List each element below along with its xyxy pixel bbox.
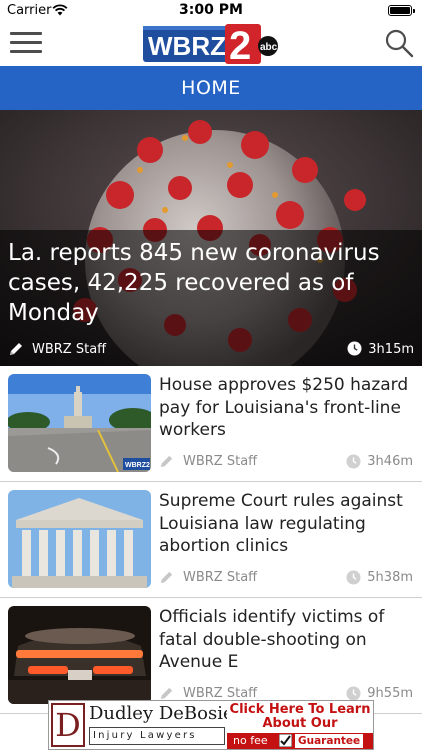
ad-cta-line2[interactable]: About Our: [227, 716, 373, 731]
article-thumbnail: [8, 606, 151, 704]
article-time: 9h55m: [367, 686, 413, 701]
checkmark-icon: [279, 734, 292, 747]
article-thumbnail: [8, 490, 151, 588]
pencil-icon: [160, 571, 173, 584]
pencil-icon: [10, 343, 22, 355]
ad-nofee-strip: no fee Guarantee: [227, 733, 373, 749]
hero-title[interactable]: La. reports 845 new coronavirus cases, 4…: [8, 238, 416, 328]
article-title[interactable]: Supreme Court rules against Louisiana la…: [159, 490, 414, 558]
clock-icon: [346, 454, 361, 469]
article-list-item[interactable]: Supreme Court rules against Louisiana la…: [0, 482, 422, 598]
ad-banner[interactable]: D Dudley DeBosier Injury Lawyers Click H…: [48, 700, 374, 750]
ad-firm-name: Dudley DeBosier: [89, 703, 243, 724]
logo-number: 2: [229, 24, 251, 64]
ad-firm-subtitle: Injury Lawyers: [89, 727, 225, 745]
ad-guarantee-text: Guarantee: [295, 734, 364, 748]
logo-text: WBRZ: [148, 31, 226, 61]
article-title[interactable]: House approves $250 hazard pay for Louis…: [159, 374, 414, 442]
battery-icon: [388, 5, 415, 16]
nav-bar: WBRZ 2 abc: [0, 22, 422, 66]
status-bar: Carrier 3:00 PM: [0, 0, 422, 22]
article-title[interactable]: Officials identify victims of fatal doub…: [159, 606, 414, 674]
article-time: 5h38m: [367, 570, 413, 585]
ad-nofee-text: no fee: [233, 734, 268, 747]
hero-time: 3h15m: [368, 342, 414, 357]
article-author: WBRZ Staff: [183, 686, 258, 701]
clock-icon: [346, 570, 361, 585]
pencil-icon: [160, 687, 173, 700]
article-list-item[interactable]: Officials identify victims of fatal doub…: [0, 598, 422, 714]
hero-author: WBRZ Staff: [32, 342, 107, 357]
article-time: 3h46m: [367, 454, 413, 469]
ad-logo-letter: D: [51, 703, 85, 747]
clock-icon: [346, 686, 361, 701]
article-author: WBRZ Staff: [183, 454, 258, 469]
search-icon[interactable]: [384, 28, 414, 58]
wbrz-logo[interactable]: WBRZ 2 abc: [143, 24, 279, 64]
article-list-item[interactable]: WBRZ2 House approves $250 hazard pay for…: [0, 366, 422, 482]
clock-time: 3:00 PM: [179, 2, 243, 18]
pencil-icon: [160, 455, 173, 468]
ad-cta-line1[interactable]: Click Here To Learn: [227, 702, 373, 717]
section-header-home: HOME: [0, 66, 422, 110]
article-thumbnail: WBRZ2: [8, 374, 151, 472]
clock-icon: [347, 341, 362, 356]
thumbnail-watermark: WBRZ2: [125, 462, 150, 469]
logo-network: abc: [260, 42, 278, 53]
hero-story[interactable]: La. reports 845 new coronavirus cases, 4…: [0, 110, 422, 366]
hamburger-menu-icon[interactable]: [10, 32, 42, 56]
article-author: WBRZ Staff: [183, 570, 258, 585]
